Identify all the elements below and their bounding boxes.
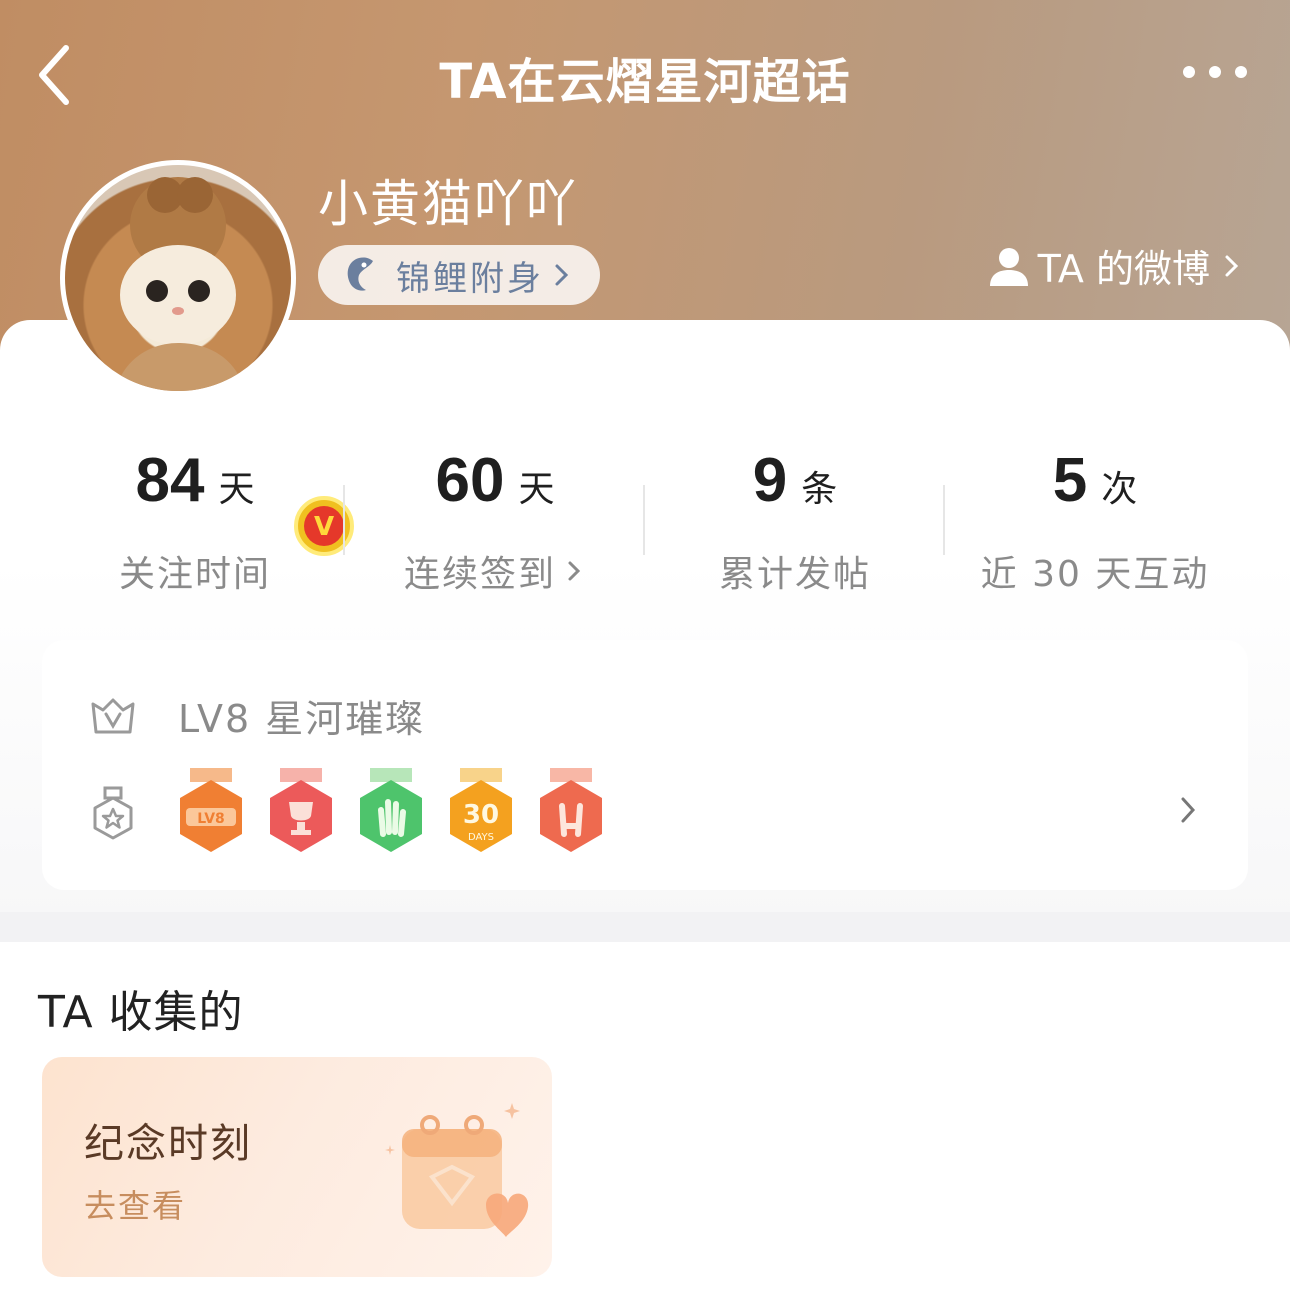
medal-icon [93, 786, 133, 840]
stat-checkin-streak[interactable]: 60 天 连续签到 [345, 445, 645, 595]
ta-weibo-link[interactable]: TA 的微博 [988, 238, 1242, 293]
chevron-right-icon [568, 561, 581, 581]
stat-total-posts: 9条 累计发帖 [645, 445, 945, 595]
level-row: LV8 星河璀璨 [90, 688, 425, 743]
badge-30-days[interactable]: 30 DAYS [446, 768, 516, 858]
stat-unit: 条 [801, 469, 838, 510]
stat-follow-time: 84 天 关注时间 [45, 445, 345, 595]
stat-unit: 天 [518, 469, 555, 510]
chevron-left-icon [39, 45, 69, 105]
stat-label: 连续签到 [403, 554, 556, 595]
svg-text:30: 30 [463, 800, 499, 830]
stat-unit: 次 [1101, 469, 1138, 510]
stats-row: 84 天 关注时间 60 天 连续签到 9条 累计发帖 5次 近 30 天互动 [0, 445, 1290, 595]
stat-label: 累计发帖 [718, 554, 871, 595]
stat-unit: 天 [218, 469, 255, 510]
badge-lv8[interactable]: LV8 [176, 768, 246, 858]
memory-moment-card[interactable]: 纪念时刻 去查看 [42, 1057, 552, 1277]
stat-value: 9 [752, 446, 788, 515]
chevron-right-icon [1225, 255, 1239, 276]
more-button[interactable] [1180, 50, 1250, 94]
person-icon [989, 247, 1028, 286]
section-divider [0, 912, 1290, 942]
level-text: LV8 星河璀璨 [178, 697, 426, 741]
badge-rock-hand[interactable] [536, 768, 606, 858]
koi-tag[interactable]: 锦鲤附身 [318, 245, 600, 305]
badge-trophy[interactable] [266, 768, 336, 858]
stat-label: 近 30 天互动 [980, 554, 1210, 595]
page-title: TA在云熠星河超话 [439, 54, 851, 110]
crown-level-icon [91, 698, 135, 733]
svg-text:LV8: LV8 [197, 811, 225, 827]
stat-value: 5 [1052, 446, 1088, 515]
more-dots-icon [1183, 66, 1247, 78]
back-button[interactable] [30, 40, 90, 110]
stat-interactions: 5次 近 30 天互动 [945, 445, 1245, 595]
section-title: TA 收集的 [38, 987, 244, 1038]
username: 小黄猫吖吖 [318, 175, 578, 233]
card-title: 纪念时刻 [84, 1121, 252, 1167]
badges-row[interactable]: LV8 30 DAYS [90, 768, 1200, 858]
badge-hand[interactable] [356, 768, 426, 858]
avatar[interactable]: V [60, 160, 354, 556]
chevron-right-icon [1181, 797, 1196, 823]
stat-value: 84 [135, 446, 205, 515]
level-card: LV8 星河璀璨 LV8 30 DAYS [42, 640, 1248, 890]
avatar-image [60, 160, 296, 396]
ta-weibo-label: TA 的微博 [1037, 247, 1210, 291]
stat-value: 60 [435, 446, 505, 515]
svg-text:DAYS: DAYS [468, 832, 494, 843]
calendar-heart-illustration [385, 1103, 529, 1237]
koi-fish-icon [347, 257, 373, 291]
stat-label: 关注时间 [118, 554, 271, 595]
card-link-text[interactable]: 去查看 [84, 1181, 186, 1227]
koi-tag-label: 锦鲤附身 [396, 258, 544, 299]
chevron-right-icon [555, 264, 569, 286]
